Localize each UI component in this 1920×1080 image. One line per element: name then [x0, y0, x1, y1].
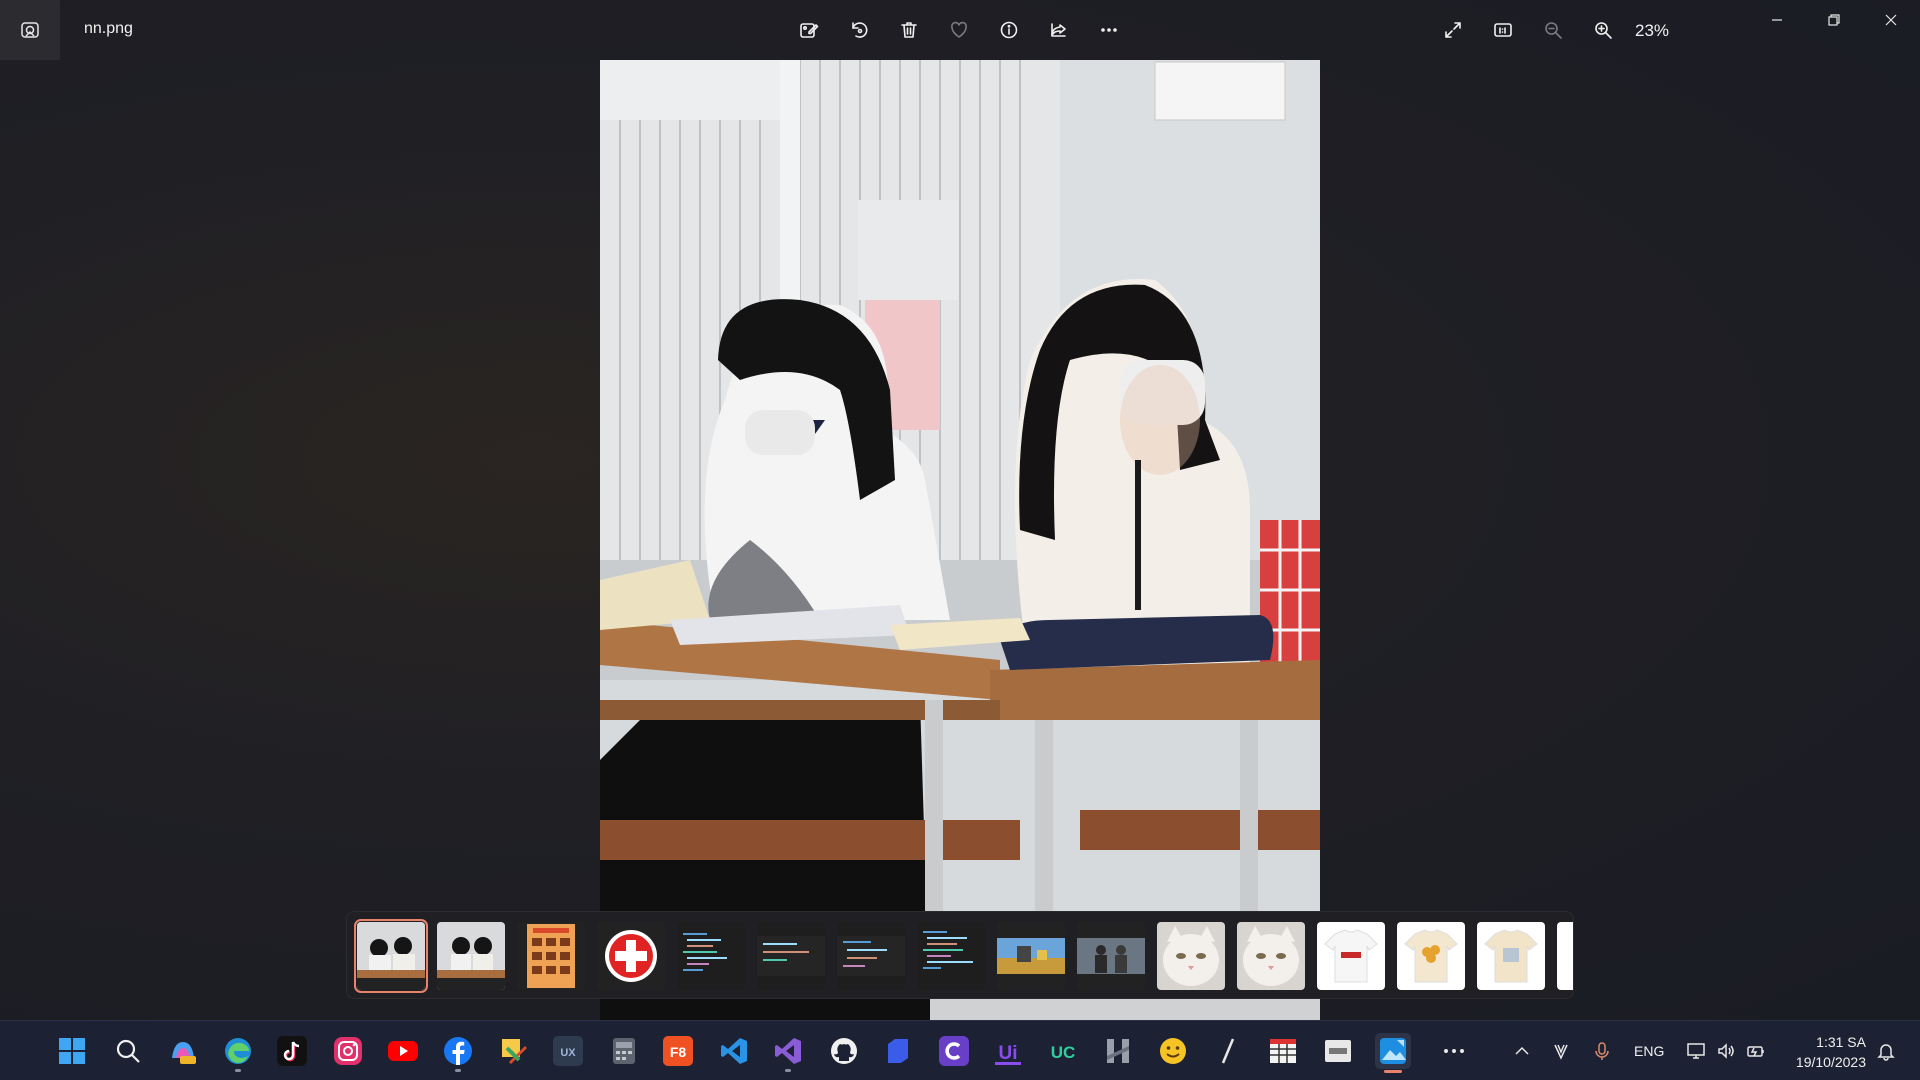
delete-icon[interactable]: [893, 14, 925, 46]
svg-text:UC: UC: [1051, 1043, 1076, 1062]
file-info-icon[interactable]: [993, 14, 1025, 46]
github-icon[interactable]: [826, 1033, 862, 1069]
battery-icon[interactable]: [1746, 1041, 1766, 1061]
edit-image-icon[interactable]: [793, 14, 825, 46]
thumbnail-beige-shirt[interactable]: [1477, 922, 1545, 990]
zoom-in-icon[interactable]: [1587, 14, 1619, 46]
chevron-up-icon[interactable]: [1512, 1041, 1532, 1061]
filmstrip: [346, 911, 1574, 999]
thumbnail-food-menu[interactable]: [517, 922, 585, 990]
share-icon[interactable]: [1043, 14, 1075, 46]
displayed-photo[interactable]: [600, 60, 1320, 1020]
language-indicator[interactable]: ENG: [1634, 1043, 1664, 1059]
thumbnail-code-editor-4[interactable]: [917, 922, 985, 990]
youtube-icon[interactable]: [385, 1033, 421, 1069]
svg-text:F8: F8: [670, 1044, 687, 1060]
blue-app-icon[interactable]: [880, 1033, 916, 1069]
more-options-icon[interactable]: [1093, 14, 1125, 46]
calculator-icon[interactable]: [606, 1033, 642, 1069]
search-icon[interactable]: [110, 1033, 146, 1069]
photos-app-icon[interactable]: [0, 0, 60, 60]
clock-date[interactable]: 19/10/2023: [1788, 1054, 1866, 1070]
more-apps-icon[interactable]: [1436, 1033, 1472, 1069]
instagram-icon[interactable]: [330, 1033, 366, 1069]
actual-size-icon[interactable]: [1487, 14, 1519, 46]
thumbnail-gucci-shirt[interactable]: [1317, 922, 1385, 990]
h-app-icon[interactable]: [1100, 1033, 1136, 1069]
thumbnail-cat-1[interactable]: [1157, 922, 1225, 990]
rotate-icon[interactable]: [843, 14, 875, 46]
thumbnail-cat-2[interactable]: [1237, 922, 1305, 990]
start-button[interactable]: [54, 1033, 90, 1069]
thumbnail-partial[interactable]: [1557, 922, 1573, 990]
svg-text:UX: UX: [560, 1047, 576, 1059]
close-button[interactable]: [1871, 6, 1911, 34]
title-bar: nn.png 23%: [0, 0, 1920, 60]
ui-app-icon[interactable]: Ui: [990, 1033, 1026, 1069]
zoom-out-icon[interactable]: [1537, 14, 1569, 46]
copilot-pre-icon[interactable]: [165, 1033, 201, 1069]
facebook-icon[interactable]: [440, 1033, 476, 1072]
thumbnail-students-photo-1[interactable]: [354, 919, 428, 993]
notification-bell-icon[interactable]: [1876, 1041, 1896, 1061]
sticky-tools-icon[interactable]: [496, 1033, 532, 1069]
volume-icon[interactable]: [1716, 1041, 1736, 1061]
svg-text:Ui: Ui: [999, 1043, 1018, 1064]
thumbnail-game-scene[interactable]: [997, 922, 1065, 990]
clock-time[interactable]: 1:31 SA: [1788, 1034, 1866, 1050]
visual-studio-icon[interactable]: [770, 1033, 806, 1072]
zoom-level: 23%: [1635, 21, 1670, 40]
vscode-icon[interactable]: [716, 1033, 752, 1069]
thumbnail-code-editor-1[interactable]: [677, 922, 745, 990]
c-app-icon[interactable]: [936, 1033, 972, 1069]
fullscreen-icon[interactable]: [1437, 14, 1469, 46]
pen-app-icon[interactable]: [1210, 1033, 1246, 1069]
microphone-icon[interactable]: [1592, 1041, 1612, 1061]
photos-app-window: nn.png 23%: [0, 0, 1920, 1020]
adobe-xd-icon[interactable]: UX: [550, 1033, 586, 1069]
favorite-icon[interactable]: [943, 14, 975, 46]
spreadsheet-app-icon[interactable]: [1265, 1033, 1301, 1069]
emoji-app-icon[interactable]: [1155, 1033, 1191, 1069]
thumbnail-code-editor-3[interactable]: [837, 922, 905, 990]
restore-button[interactable]: [1814, 6, 1854, 34]
thumbnail-sunflower-shirt[interactable]: [1397, 922, 1465, 990]
card-app-icon[interactable]: [1320, 1033, 1356, 1069]
uc-browser-icon[interactable]: UC: [1045, 1033, 1081, 1069]
photos-taskbar-icon[interactable]: [1375, 1033, 1411, 1073]
thumbnail-students-photo-2[interactable]: [437, 922, 505, 990]
vpn-icon[interactable]: [1551, 1041, 1571, 1061]
taskbar: UX F8 Ui UC ENG 1:31 SA 19/10/2023: [0, 1020, 1920, 1080]
thumbnail-code-editor-2[interactable]: [757, 922, 825, 990]
f8-icon[interactable]: F8: [660, 1033, 696, 1069]
edge-icon[interactable]: [220, 1033, 256, 1072]
file-name: nn.png: [84, 20, 133, 37]
thumbnail-red-cross[interactable]: [597, 922, 665, 990]
minimize-button[interactable]: [1757, 6, 1797, 34]
tiktok-icon[interactable]: [274, 1033, 310, 1069]
network-icon[interactable]: [1686, 1041, 1706, 1061]
thumbnail-people-scene[interactable]: [1077, 922, 1145, 990]
